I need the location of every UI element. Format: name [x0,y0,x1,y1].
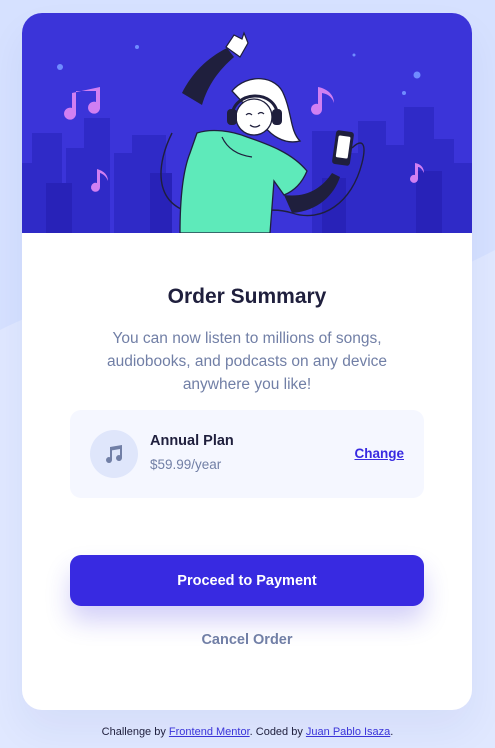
author-link[interactable]: Juan Pablo Isaza [306,726,390,738]
proceed-to-payment-button[interactable]: Proceed to Payment [70,555,424,606]
attribution-prefix: Challenge by [101,726,169,738]
page-title: Order Summary [167,285,327,308]
summary-description: You can now listen to millions of songs,… [106,330,388,393]
plan-name: Annual Plan [150,433,234,449]
cancel-order-button[interactable]: Cancel Order [70,628,424,652]
music-note-icon [90,430,138,478]
attribution: Challenge by Frontend Mentor. Coded by J… [0,726,495,738]
plan-price: $59.99/year [150,457,222,472]
attribution-suffix: . [390,726,394,738]
attribution-middle: . Coded by [249,726,306,738]
order-summary-card: Order Summary You can now listen to mill… [22,13,472,710]
hero-illustration [22,13,472,233]
frontend-mentor-link[interactable]: Frontend Mentor [169,726,250,738]
change-plan-link[interactable]: Change [354,446,404,461]
plan-panel: Annual Plan $59.99/year Change [70,410,424,498]
